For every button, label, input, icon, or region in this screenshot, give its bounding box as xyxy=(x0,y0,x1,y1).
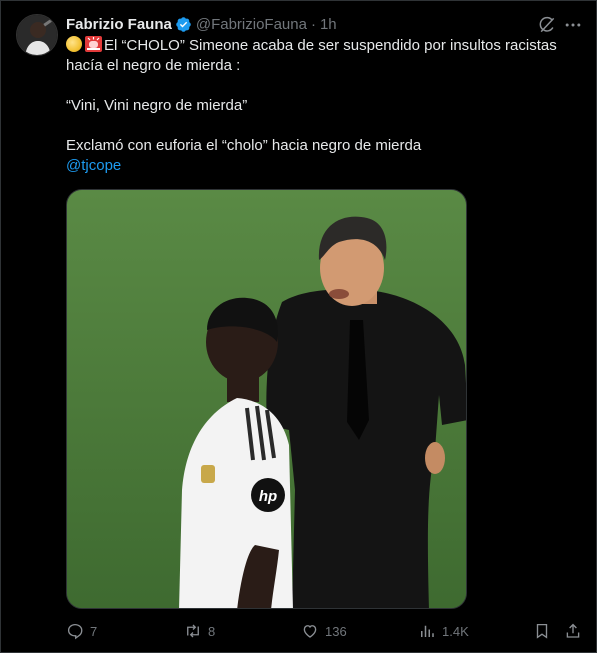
grok-icon[interactable] xyxy=(537,15,557,35)
verified-badge-icon xyxy=(176,16,191,32)
tweet-paragraph-1: El “CHOLO” Simeone acaba de ser suspendi… xyxy=(66,36,586,76)
more-icon[interactable] xyxy=(563,15,583,35)
views-icon xyxy=(421,625,434,637)
share-button[interactable] xyxy=(564,620,582,642)
views-count: 1.4K xyxy=(442,623,469,639)
separator-dot: · xyxy=(310,15,316,33)
repost-count: 8 xyxy=(208,623,216,639)
like-count: 136 xyxy=(325,623,347,639)
tweet-header: Fabrizio Fauna @FabrizioFauna · 1h xyxy=(66,13,337,35)
author-avatar[interactable] xyxy=(16,14,58,56)
tweet-photo[interactable]: hp xyxy=(66,189,467,609)
post-timestamp[interactable]: 1h xyxy=(320,16,337,33)
tweet-text: El “CHOLO” Simeone acaba de ser suspendi… xyxy=(66,36,586,176)
reply-count: 7 xyxy=(90,623,98,639)
like-icon xyxy=(303,625,317,638)
tweet-actions: 7 8 136 1.4K xyxy=(66,620,586,642)
tweet-paragraph-3: Exclamó con euforia el “cholo” hacia neg… xyxy=(66,137,422,154)
mention-link[interactable]: @tjcope xyxy=(66,157,121,174)
tweet-line-1-text: El “CHOLO” Simeone acaba de ser suspendi… xyxy=(66,37,557,74)
views-button[interactable]: 1.4K xyxy=(418,620,469,642)
author-name[interactable]: Fabrizio Fauna xyxy=(66,16,172,33)
svg-text:hp: hp xyxy=(259,488,277,505)
bookmark-button[interactable] xyxy=(533,620,551,642)
reply-icon xyxy=(67,623,83,640)
repost-button[interactable]: 8 xyxy=(184,620,215,642)
repost-icon xyxy=(187,624,199,638)
yellow-circle-emoji-icon xyxy=(66,36,82,52)
bookmark-icon xyxy=(536,623,548,639)
author-handle[interactable]: @FabrizioFauna xyxy=(196,16,307,33)
reply-button[interactable]: 7 xyxy=(66,620,97,642)
siren-emoji-icon xyxy=(85,36,102,52)
like-button[interactable]: 136 xyxy=(301,620,347,642)
tweet-paragraph-2: “Vini, Vini negro de mierda” xyxy=(66,97,248,114)
share-icon xyxy=(566,623,580,638)
